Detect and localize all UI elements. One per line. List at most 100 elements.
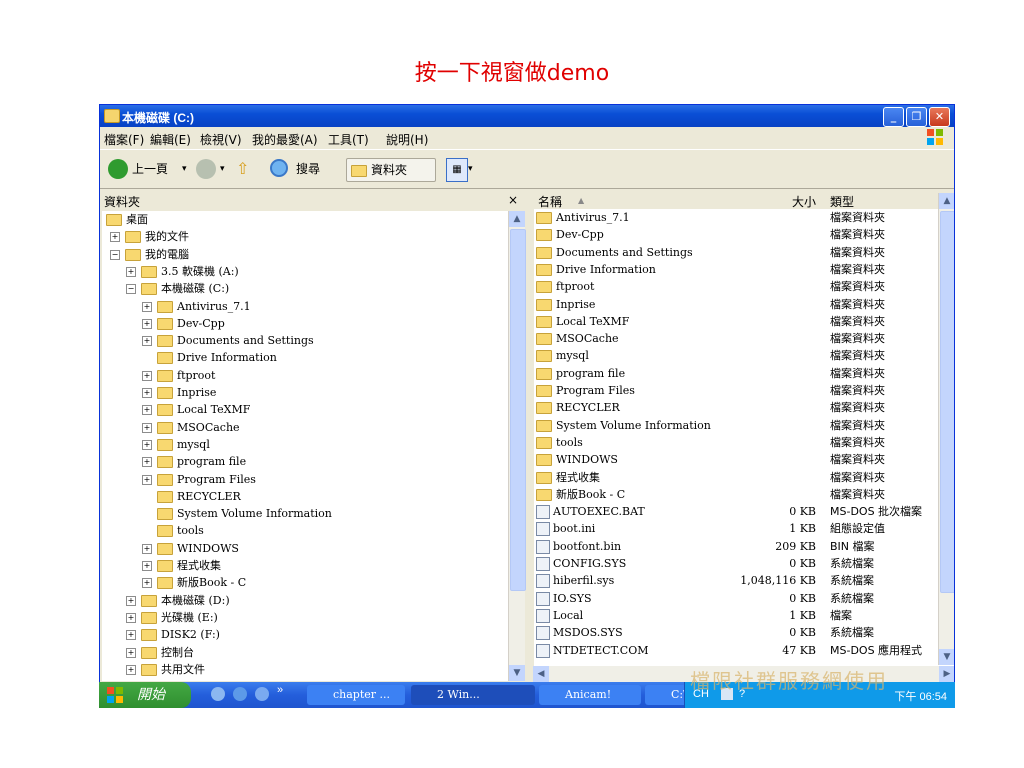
tree-item[interactable]: + ftproot (142, 367, 215, 384)
file-row[interactable]: bootfont.bin 209 KB BIN 檔案 (534, 538, 954, 555)
file-row[interactable]: MSOCache 檔案資料夾 (534, 330, 954, 347)
minimize-button[interactable]: _ (883, 107, 904, 127)
file-row[interactable]: IO.SYS 0 KB 系統檔案 (534, 590, 954, 607)
search-icon[interactable] (270, 159, 288, 177)
file-row[interactable]: tools 檔案資料夾 (534, 434, 954, 451)
tree-item[interactable]: + Documents and Settings (142, 332, 314, 349)
tree-item[interactable]: + 程式收集 (142, 557, 221, 574)
expand-icon[interactable]: + (142, 405, 152, 416)
back-dropdown-icon[interactable]: ▾ (182, 158, 187, 180)
file-row[interactable]: System Volume Information 檔案資料夾 (534, 417, 954, 434)
ie-icon[interactable] (255, 687, 269, 701)
tree-scrollbar[interactable]: ▲ ▼ (508, 211, 526, 681)
tree-item[interactable]: + 控制台 (126, 644, 194, 661)
tree-item[interactable]: + WINDOWS (142, 540, 239, 557)
expand-icon[interactable]: + (142, 543, 152, 554)
back-button[interactable]: 上一頁 (132, 158, 168, 180)
task-windows-explorer[interactable]: 2 Win... (411, 685, 535, 705)
expand-icon[interactable]: + (142, 561, 152, 571)
tree-item[interactable]: Drive Information (142, 349, 277, 366)
scroll-down-icon[interactable]: ▼ (509, 665, 525, 681)
tree-item[interactable]: + 共用文件 (126, 661, 205, 678)
tree-item[interactable]: + 我的文件 (110, 228, 189, 245)
expand-icon[interactable]: + (142, 388, 152, 398)
collapse-icon[interactable]: − (110, 249, 120, 260)
views-dropdown-icon[interactable]: ▾ (468, 158, 473, 180)
menu-favorites[interactable]: 我的最愛(A) (252, 131, 318, 148)
folders-pane-close-button[interactable]: × (508, 193, 518, 209)
tree-item[interactable]: + Antivirus_7.1 (142, 298, 251, 315)
menu-file[interactable]: 檔案(F) (104, 131, 144, 148)
tree-item[interactable]: RECYCLER (142, 488, 241, 505)
file-row[interactable]: CONFIG.SYS 0 KB 系統檔案 (534, 555, 954, 572)
back-arrow-icon[interactable] (108, 159, 128, 179)
file-row[interactable]: Local 1 KB 檔案 (534, 607, 954, 624)
file-row[interactable]: Drive Information 檔案資料夾 (534, 261, 954, 278)
expand-icon[interactable]: + (126, 647, 136, 658)
file-row[interactable]: 程式收集 檔案資料夾 (534, 469, 954, 486)
tree-item[interactable]: 桌面 (106, 211, 148, 228)
tree-item[interactable]: + Inprise (142, 384, 216, 401)
expand-icon[interactable]: + (142, 370, 152, 381)
scroll-up-icon[interactable]: ▲ (509, 211, 525, 227)
menu-help[interactable]: 說明(H) (386, 131, 428, 148)
search-button[interactable]: 搜尋 (296, 158, 320, 180)
column-size-header[interactable]: 大小 (792, 193, 816, 210)
ie-icon[interactable] (233, 687, 247, 701)
expand-icon[interactable]: + (126, 266, 136, 277)
list-scroll-thumb[interactable] (940, 211, 954, 593)
file-row[interactable]: Dev-Cpp 檔案資料夾 (534, 226, 954, 243)
expand-icon[interactable]: + (142, 336, 152, 347)
tree-item[interactable]: − 本機磁碟 (C:) (126, 280, 229, 297)
expand-icon[interactable]: + (142, 578, 152, 589)
tree-item[interactable]: + mysql (142, 436, 210, 453)
file-row[interactable]: RECYCLER 檔案資料夾 (534, 399, 954, 416)
expand-icon[interactable]: + (142, 474, 152, 485)
quicklaunch-more-icon[interactable]: » (277, 684, 283, 696)
quicklaunch-icon[interactable] (211, 687, 225, 701)
tree-item[interactable]: + program file (142, 453, 246, 470)
file-row[interactable]: Local TeXMF 檔案資料夾 (534, 313, 954, 330)
tree-item[interactable]: + MSOCache (142, 419, 240, 436)
folders-button[interactable]: 資料夾 (346, 158, 436, 182)
expand-icon[interactable]: + (126, 595, 136, 606)
task-anicam[interactable]: Anicam! (539, 685, 641, 705)
scroll-up-icon[interactable]: ▲ (939, 193, 954, 209)
file-row[interactable]: WINDOWS 檔案資料夾 (534, 451, 954, 468)
file-row[interactable]: ftproot 檔案資料夾 (534, 278, 954, 295)
expand-icon[interactable]: + (110, 232, 120, 243)
tree-item[interactable]: System Volume Information (142, 505, 332, 522)
expand-icon[interactable]: + (142, 301, 152, 312)
file-row[interactable]: boot.ini 1 KB 組態設定值 (534, 520, 954, 537)
tree-item[interactable]: + 本機磁碟 (D:) (126, 592, 230, 609)
scroll-left-icon[interactable]: ◀ (533, 666, 549, 682)
tree-item[interactable]: + DISK2 (F:) (126, 626, 220, 643)
file-row[interactable]: AUTOEXEC.BAT 0 KB MS-DOS 批次檔案 (534, 503, 954, 520)
file-row[interactable]: program file 檔案資料夾 (534, 365, 954, 382)
file-row[interactable]: hiberfil.sys 1,048,116 KB 系統檔案 (534, 572, 954, 589)
file-row[interactable]: mysql 檔案資料夾 (534, 347, 954, 364)
tree-item[interactable]: + Local TeXMF (142, 401, 250, 418)
title-bar[interactable]: 本機磁碟 (C:) _ ❐ ✕ (100, 105, 954, 127)
forward-arrow-icon[interactable] (196, 159, 216, 179)
tree-item[interactable]: + Dev-Cpp (142, 315, 225, 332)
up-folder-icon[interactable]: ⇧ (236, 158, 249, 180)
menu-edit[interactable]: 編輯(E) (150, 131, 191, 148)
file-row[interactable]: Documents and Settings 檔案資料夾 (534, 244, 954, 261)
file-row[interactable]: Inprise 檔案資料夾 (534, 296, 954, 313)
expand-icon[interactable]: + (126, 664, 136, 675)
expand-icon[interactable]: + (142, 439, 152, 450)
task-chapter[interactable]: chapter ... (307, 685, 405, 705)
maximize-button[interactable]: ❐ (906, 107, 927, 127)
tree-item[interactable]: + Program Files (142, 471, 256, 488)
file-row[interactable]: 新版Book - C 檔案資料夾 (534, 486, 954, 503)
tree-scroll-thumb[interactable] (510, 229, 526, 591)
expand-icon[interactable]: + (142, 457, 152, 468)
forward-dropdown-icon[interactable]: ▾ (220, 158, 225, 180)
expand-icon[interactable]: + (126, 612, 136, 623)
file-row[interactable]: NTDETECT.COM 47 KB MS-DOS 應用程式 (534, 642, 954, 659)
tree-item[interactable]: − 我的電腦 (110, 246, 189, 263)
column-type-header[interactable]: 類型 (830, 193, 854, 210)
close-button[interactable]: ✕ (929, 107, 950, 127)
collapse-icon[interactable]: − (126, 284, 136, 295)
